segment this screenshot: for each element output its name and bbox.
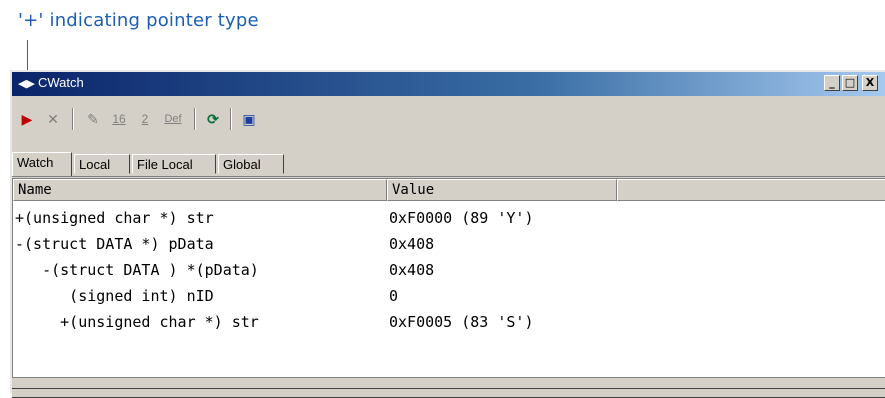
radix-16-icon[interactable]: 16 xyxy=(108,108,130,130)
bottom-splitter[interactable] xyxy=(12,388,885,398)
column-header-value[interactable]: Value xyxy=(387,179,617,201)
table-row[interactable]: -(struct DATA *) pData 0x408 xyxy=(13,231,885,257)
row-name: +(unsigned char *) str xyxy=(15,313,259,331)
annotation-label: '+' indicating pointer type xyxy=(18,10,259,31)
toolbar: ▶ ✕ ✎ 16 2 Def ⟳ ▣ xyxy=(12,100,885,134)
table-row[interactable]: +(unsigned char *) str 0xF0005 (83 'S') xyxy=(13,309,885,335)
row-value: 0xF0000 (89 'Y') xyxy=(389,209,534,227)
edit-icon[interactable]: ✎ xyxy=(82,108,104,130)
column-header-name[interactable]: Name xyxy=(13,179,387,201)
tab-global[interactable]: Global xyxy=(218,154,284,174)
row-name: -(struct DATA ) *(pData) xyxy=(15,261,259,279)
restore-button[interactable]: □ xyxy=(842,75,858,91)
row-value: 0x408 xyxy=(389,261,435,279)
row-value: 0 xyxy=(389,287,399,305)
cwatch-window: ◀▶ CWatch _ □ X ▶ ✕ ✎ 16 2 Def ⟳ ▣ Watch… xyxy=(10,70,885,398)
watch-add-icon[interactable]: ▶ xyxy=(16,108,38,130)
row-name: -(struct DATA *) pData xyxy=(15,235,214,253)
app-icon: ◀▶ xyxy=(18,78,35,90)
row-name: +(unsigned char *) str xyxy=(15,209,214,227)
radix-2-icon[interactable]: 2 xyxy=(134,108,156,130)
tab-strip: Watch Local File Local Global xyxy=(12,152,885,177)
table-row[interactable]: +(unsigned char *) str 0xF0000 (89 'Y') xyxy=(13,205,885,231)
toolbar-separator xyxy=(230,108,232,130)
minimize-button[interactable]: _ xyxy=(824,75,840,91)
tab-watch[interactable]: Watch xyxy=(12,152,72,176)
delete-icon[interactable]: ✕ xyxy=(42,108,64,130)
toolbar-separator xyxy=(72,108,74,130)
close-button[interactable]: X xyxy=(862,75,878,91)
window-icon[interactable]: ▣ xyxy=(238,108,260,130)
watch-grid: Name Value +(unsigned char *) str 0xF000… xyxy=(12,178,885,378)
toolbar-separator xyxy=(194,108,196,130)
radix-default-icon[interactable]: Def xyxy=(158,108,188,130)
table-row[interactable]: -(struct DATA ) *(pData) 0x408 xyxy=(13,257,885,283)
tab-local[interactable]: Local xyxy=(74,154,130,174)
table-row[interactable]: (signed int) nID 0 xyxy=(13,283,885,309)
row-value: 0xF0005 (83 'S') xyxy=(389,313,534,331)
refresh-icon[interactable]: ⟳ xyxy=(202,108,224,130)
window-title: CWatch xyxy=(38,75,84,90)
row-name: (signed int) nID xyxy=(15,287,214,305)
column-header-blank xyxy=(617,179,885,201)
title-bar[interactable]: ◀▶ CWatch _ □ X xyxy=(12,72,885,96)
tab-file-local[interactable]: File Local xyxy=(132,154,216,174)
row-value: 0x408 xyxy=(389,235,435,253)
